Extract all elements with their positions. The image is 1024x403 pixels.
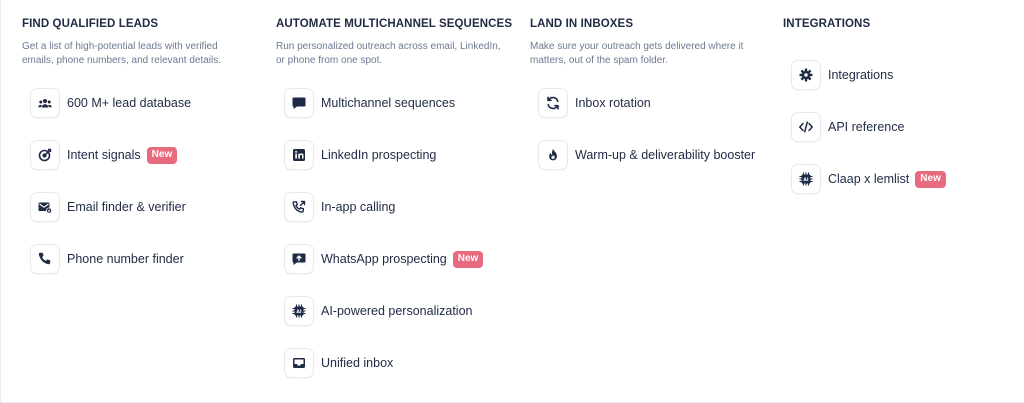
message-arrow-icon xyxy=(284,244,314,274)
menu-item-label: LinkedIn prospecting xyxy=(321,148,437,162)
menu-item-integrations[interactable]: Integrations xyxy=(791,60,893,90)
menu-item-claap-lemlist[interactable]: AI Claap x lemlist New xyxy=(791,164,946,194)
menu-item-api-reference[interactable]: API reference xyxy=(791,112,904,142)
inbox-icon xyxy=(284,348,314,378)
menu-item-intent-signals[interactable]: Intent signals New xyxy=(30,140,178,170)
svg-text:AI: AI xyxy=(296,309,301,315)
menu-item-label: In-app calling xyxy=(321,200,396,214)
menu-item-label: Inbox rotation xyxy=(575,96,651,110)
gear-icon xyxy=(791,60,821,90)
ai-chip-icon: AI xyxy=(284,296,314,326)
menu-item-in-app-calling[interactable]: In-app calling xyxy=(284,192,395,222)
column-description: Run personalized outreach across email, … xyxy=(276,41,501,66)
users-icon xyxy=(30,88,60,118)
column-description: Get a list of high-potential leads with … xyxy=(22,41,222,66)
code-icon xyxy=(791,112,821,142)
menu-item-label: Integrations xyxy=(828,68,894,82)
column-title: AUTOMATE MULTICHANNEL SEQUENCES xyxy=(276,18,513,30)
menu-item-label: AI-powered personalization xyxy=(321,304,473,318)
column-description: Make sure your outreach gets delivered w… xyxy=(530,41,744,66)
flame-icon xyxy=(538,140,568,170)
column-title: INTEGRATIONS xyxy=(783,18,871,30)
menu-item-label: Unified inbox xyxy=(321,356,394,370)
phone-icon xyxy=(30,244,60,274)
menu-item-linkedin-prospecting[interactable]: LinkedIn prospecting xyxy=(284,140,436,170)
menu-item-unified-inbox[interactable]: Unified inbox xyxy=(284,348,393,378)
email-check-icon xyxy=(30,192,60,222)
column-title: FIND QUALIFIED LEADS xyxy=(22,18,159,30)
new-badge: New xyxy=(915,170,946,188)
svg-text:AI: AI xyxy=(803,177,808,183)
menu-item-inbox-rotation[interactable]: Inbox rotation xyxy=(538,88,651,118)
column-title: LAND IN INBOXES xyxy=(530,18,634,30)
linkedin-icon xyxy=(284,140,314,170)
menu-item-label: 600 M+ lead database xyxy=(67,96,192,110)
menu-item-label: Claap x lemlist xyxy=(828,172,910,186)
chat-bubble-icon xyxy=(284,88,314,118)
menu-item-warm-up[interactable]: Warm-up & deliverability booster xyxy=(538,140,755,170)
menu-item-label: API reference xyxy=(828,120,905,134)
rotate-icon xyxy=(538,88,568,118)
menu-item-whatsapp-prospecting[interactable]: WhatsApp prospecting New xyxy=(284,244,484,274)
menu-item-label: Email finder & verifier xyxy=(67,200,186,214)
target-icon xyxy=(30,140,60,170)
menu-item-email-finder[interactable]: Email finder & verifier xyxy=(30,192,186,222)
menu-item-phone-finder[interactable]: Phone number finder xyxy=(30,244,184,274)
mega-menu-panel: FIND QUALIFIED LEADS Get a list of high-… xyxy=(0,0,1024,403)
new-badge: New xyxy=(146,146,178,164)
menu-item-label: Phone number finder xyxy=(67,252,184,266)
menu-item-label: Intent signals xyxy=(67,148,141,162)
phone-call-icon xyxy=(284,192,314,222)
menu-item-label: WhatsApp prospecting xyxy=(321,252,447,266)
menu-item-label: Multichannel sequences xyxy=(321,96,456,110)
menu-item-label: Warm-up & deliverability booster xyxy=(575,148,756,162)
new-badge: New xyxy=(452,250,484,268)
menu-item-multichannel-sequences[interactable]: Multichannel sequences xyxy=(284,88,455,118)
menu-item-lead-database[interactable]: 600 M+ lead database xyxy=(30,88,191,118)
menu-item-ai-personalization[interactable]: AI AI-powered personalization xyxy=(284,296,472,326)
ai-chip-icon: AI xyxy=(791,164,821,194)
